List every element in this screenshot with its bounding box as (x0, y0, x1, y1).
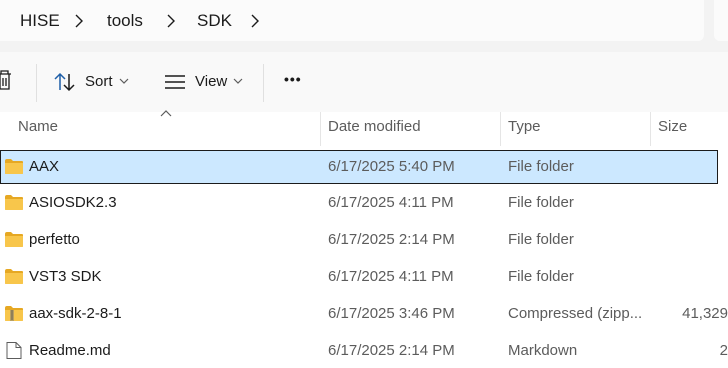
delete-icon[interactable] (0, 70, 12, 92)
column-divider[interactable] (320, 112, 321, 146)
file-icon (6, 342, 22, 359)
breadcrumb-hise[interactable]: HISE (20, 11, 60, 31)
file-type: Compressed (zipp... (508, 305, 643, 322)
breadcrumb-sdk[interactable]: SDK (197, 11, 232, 31)
file-date: 6/17/2025 2:14 PM (328, 231, 455, 248)
zip-folder-icon (5, 306, 23, 321)
column-divider[interactable] (650, 112, 651, 146)
file-size: 2 (719, 342, 728, 359)
file-type: File folder (508, 231, 574, 248)
table-row[interactable]: VST3 SDK 6/17/2025 4:11 PM File folder (0, 260, 728, 294)
table-row[interactable]: Readme.md 6/17/2025 2:14 PM Markdown 2 (0, 334, 728, 368)
file-name[interactable]: ASIOSDK2.3 (29, 194, 117, 211)
column-date-modified[interactable]: Date modified (328, 118, 421, 135)
file-date: 6/17/2025 4:11 PM (328, 194, 454, 211)
table-row[interactable]: AAX 6/17/2025 5:40 PM File folder (0, 150, 718, 184)
more-options-button[interactable]: ••• (284, 71, 302, 87)
file-size: 41,329 (682, 305, 728, 322)
folder-icon (5, 232, 23, 247)
file-type: File folder (508, 158, 574, 175)
column-name[interactable]: Name (18, 118, 58, 135)
column-size[interactable]: Size (658, 118, 687, 135)
file-type: File folder (508, 194, 574, 211)
column-type[interactable]: Type (508, 118, 541, 135)
chevron-right-icon[interactable] (248, 13, 262, 29)
view-icon[interactable] (164, 74, 186, 90)
file-date: 6/17/2025 3:46 PM (328, 305, 455, 322)
file-date: 6/17/2025 4:11 PM (328, 268, 454, 285)
breadcrumb-tools[interactable]: tools (107, 11, 143, 31)
column-divider[interactable] (500, 112, 501, 146)
file-name[interactable]: VST3 SDK (29, 268, 102, 285)
chevron-right-icon[interactable] (164, 13, 178, 29)
sort-ascending-icon (160, 110, 172, 117)
command-bar: Sort View ••• (0, 52, 728, 112)
chevron-down-icon[interactable] (233, 77, 243, 85)
column-header: Name Date modified Type Size (0, 110, 728, 146)
table-row[interactable]: aax-sdk-2-8-1 6/17/2025 3:46 PM Compress… (0, 297, 728, 331)
file-name[interactable]: AAX (29, 158, 59, 175)
address-bar-region: HISE tools SDK (0, 0, 728, 52)
file-date: 6/17/2025 5:40 PM (328, 158, 455, 175)
sort-icon[interactable] (53, 72, 77, 92)
sort-button[interactable]: Sort (85, 73, 113, 90)
table-row[interactable]: ASIOSDK2.3 6/17/2025 4:11 PM File folder (0, 186, 728, 220)
toolbar-divider (263, 64, 264, 102)
folder-icon (5, 159, 23, 174)
search-box-edge[interactable] (714, 0, 728, 41)
chevron-right-icon[interactable] (72, 13, 86, 29)
folder-icon (5, 269, 23, 284)
table-row[interactable]: perfetto 6/17/2025 2:14 PM File folder (0, 223, 728, 257)
file-type: Markdown (508, 342, 578, 359)
file-date: 6/17/2025 2:14 PM (328, 342, 455, 359)
file-type: File folder (508, 268, 574, 285)
toolbar-divider (36, 64, 37, 102)
view-button[interactable]: View (195, 73, 227, 90)
address-bar[interactable] (0, 0, 704, 41)
folder-icon (5, 195, 23, 210)
file-name[interactable]: perfetto (29, 231, 80, 248)
chevron-down-icon[interactable] (119, 77, 129, 85)
file-name[interactable]: Readme.md (29, 342, 111, 359)
file-name[interactable]: aax-sdk-2-8-1 (29, 305, 122, 322)
